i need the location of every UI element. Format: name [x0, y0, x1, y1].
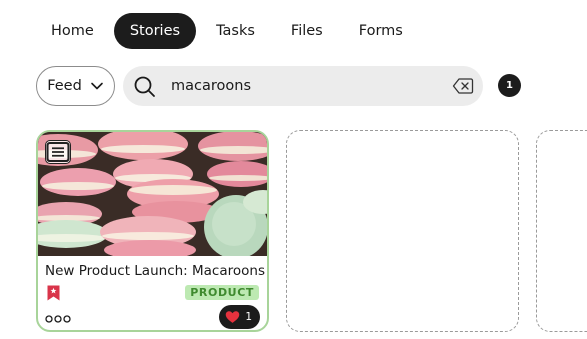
- like-count: 1: [245, 311, 252, 323]
- more-dots-icon[interactable]: [45, 314, 71, 324]
- article-icon: [45, 140, 71, 164]
- search-input[interactable]: [171, 74, 441, 98]
- chevron-down-icon: [90, 82, 103, 90]
- macaroons-photo: [38, 132, 267, 256]
- heart-icon: [226, 311, 240, 323]
- card-title: New Product Launch: Macaroons: [45, 263, 265, 279]
- starred-bookmark-icon[interactable]: [47, 285, 60, 301]
- nav-tab-forms[interactable]: Forms: [343, 13, 419, 49]
- search-bar: [123, 66, 483, 106]
- feed-dropdown[interactable]: Feed: [36, 66, 115, 106]
- nav-tab-home[interactable]: Home: [36, 13, 110, 49]
- results-count-badge: 1: [498, 74, 521, 97]
- feed-dropdown-label: Feed: [47, 78, 82, 94]
- story-card[interactable]: New Product Launch: Macaroons PRODUCT 1: [36, 130, 269, 332]
- main-nav: Home Stories Tasks Files Forms: [36, 13, 419, 49]
- nav-tab-stories[interactable]: Stories: [113, 13, 197, 49]
- placeholder-card: [286, 130, 519, 332]
- nav-tab-tasks[interactable]: Tasks: [200, 13, 271, 49]
- placeholder-card: [536, 130, 587, 332]
- backspace-clear-icon[interactable]: [452, 77, 474, 95]
- category-tag: PRODUCT: [185, 285, 259, 300]
- like-button[interactable]: 1: [219, 305, 260, 329]
- nav-tab-files[interactable]: Files: [275, 13, 339, 49]
- search-icon: [134, 76, 155, 97]
